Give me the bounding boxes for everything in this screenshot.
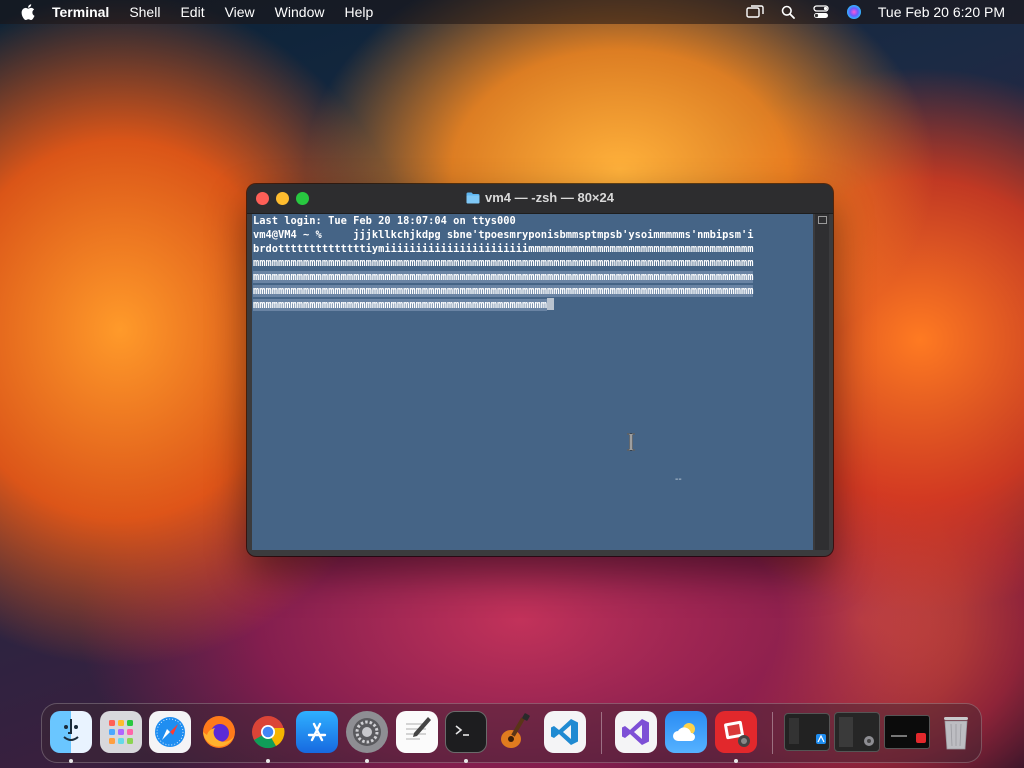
terminal-text: Last login: Tue Feb 20 18:07:04 on ttys0… (252, 214, 813, 312)
app-store-icon[interactable] (296, 711, 338, 753)
weather-icon[interactable] (665, 711, 707, 753)
menu-view[interactable]: View (225, 4, 255, 20)
terminal-icon[interactable] (445, 711, 487, 753)
minimized-window-settings-icon[interactable] (834, 712, 880, 752)
spotlight-search-icon[interactable] (779, 3, 797, 21)
menu-window[interactable]: Window (275, 4, 325, 20)
terminal-line-selected: mmmmmmmmmmmmmmmmmmmmmmmmmmmmmmmmmmmmmmmm… (253, 271, 754, 283)
menu-app-name[interactable]: Terminal (52, 4, 109, 20)
running-indicator (464, 759, 468, 763)
scrollbar-marker-icon[interactable] (818, 216, 827, 224)
menu-edit[interactable]: Edit (180, 4, 204, 20)
chrome-icon[interactable] (247, 711, 289, 753)
menu-help[interactable]: Help (344, 4, 373, 20)
vertical-scrollbar[interactable] (815, 214, 829, 550)
window-title-bar[interactable]: vm4 — -zsh — 80×24 (247, 184, 833, 214)
garageband-icon[interactable] (494, 711, 536, 753)
firefox-icon[interactable] (198, 711, 240, 753)
running-indicator (734, 759, 738, 763)
launchpad-icon[interactable] (100, 711, 142, 753)
dock (41, 703, 982, 763)
i-beam-cursor-icon (626, 433, 636, 451)
running-indicator (69, 759, 73, 763)
minimized-window-app-store-icon[interactable] (784, 713, 830, 751)
terminal-line-selected: mmmmmmmmmmmmmmmmmmmmmmmmmmmmmmmmmmmmmmmm… (253, 285, 754, 297)
terminal-line: vm4@VM4 ~ % jjjkllkchjkdpg sbne'tpoesmry… (253, 229, 754, 241)
running-indicator (266, 759, 270, 763)
terminal-line: Last login: Tue Feb 20 18:07:04 on ttys0… (253, 215, 516, 227)
dock-separator (601, 712, 602, 754)
window-title-text: vm4 — -zsh — 80×24 (485, 190, 614, 205)
terminal-line-selected: mmmmmmmmmmmmmmmmmmmmmmmmmmmmmmmmmmmmmmmm… (253, 299, 548, 311)
trash-icon[interactable] (935, 711, 977, 753)
window-title: vm4 — -zsh — 80×24 (247, 190, 833, 207)
menu-bar-status-area: Tue Feb 20 6:20 PM (746, 0, 1024, 24)
terminal-output-area[interactable]: Last login: Tue Feb 20 18:07:04 on ttys0… (252, 214, 813, 550)
control-center-icon[interactable] (812, 3, 830, 21)
screen-mirroring-icon[interactable] (746, 3, 764, 21)
minimized-window-photo-booth-icon[interactable] (884, 715, 930, 749)
overlay-mark: -- (675, 474, 682, 485)
text-cursor (547, 298, 555, 310)
running-indicator (365, 759, 369, 763)
vscode-icon[interactable] (544, 711, 586, 753)
apple-menu-icon[interactable] (18, 4, 38, 20)
menu-shell[interactable]: Shell (129, 4, 160, 20)
photo-booth-icon[interactable] (715, 711, 757, 753)
finder-icon[interactable] (50, 711, 92, 753)
folder-icon (466, 192, 480, 207)
terminal-line: mmmmmmmmmmmmmmmmmmmmmmmmmmmmmmmmmmmmmmmm… (253, 257, 754, 269)
terminal-line: brdottttttttttttttiymiiiiiiiiiiiiiiiiiii… (253, 243, 754, 255)
safari-icon[interactable] (149, 711, 191, 753)
system-settings-icon[interactable] (346, 711, 388, 753)
textedit-icon[interactable] (396, 711, 438, 753)
dock-separator (772, 712, 773, 754)
siri-icon[interactable] (845, 3, 863, 21)
menu-bar: Terminal Shell Edit View Window Help Tue… (0, 0, 1024, 24)
terminal-window: vm4 — -zsh — 80×24 Last login: Tue Feb 2… (247, 184, 833, 556)
menu-bar-clock[interactable]: Tue Feb 20 6:20 PM (878, 4, 1005, 20)
visual-studio-icon[interactable] (615, 711, 657, 753)
